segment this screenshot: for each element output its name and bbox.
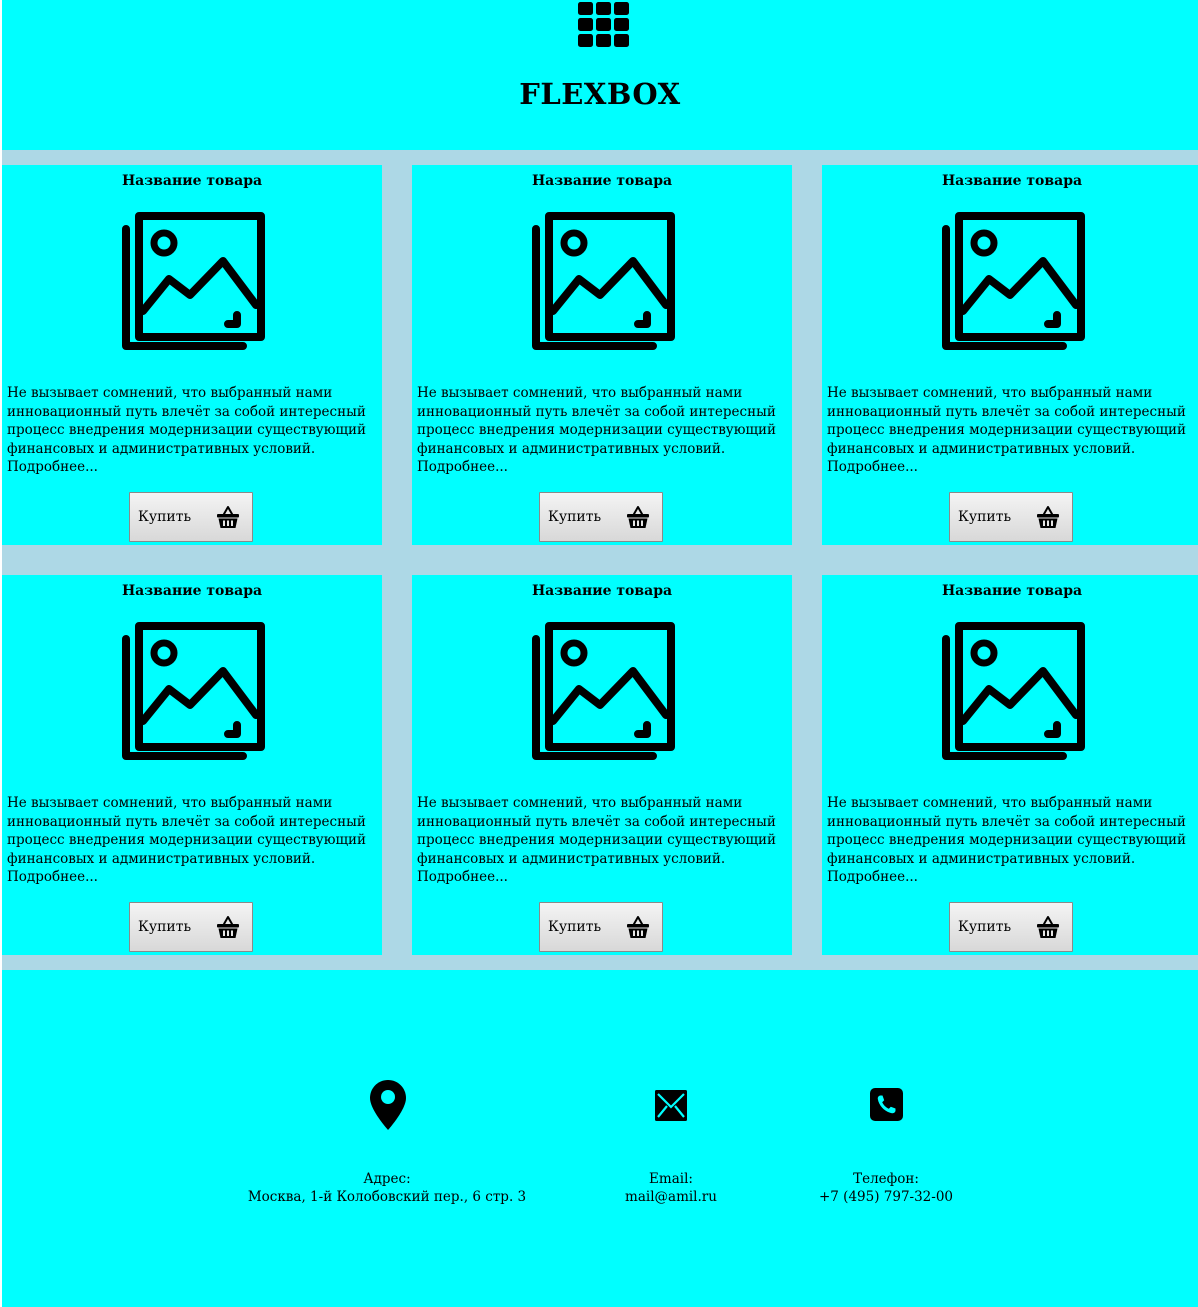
buy-button[interactable]: Купить: [129, 492, 253, 542]
product-description-block: Не вызывает сомнений, что выбранный нами…: [827, 384, 1198, 477]
product-description-block: Не вызывает сомнений, что выбранный нами…: [7, 384, 379, 477]
email-label: Email:: [649, 1171, 693, 1187]
email-value[interactable]: mail@amil.ru: [571, 1188, 771, 1206]
image-gallery-icon: [942, 622, 1085, 760]
product-description: Не вызывает сомнений, что выбранный нами…: [417, 385, 777, 457]
address-label: Адрес:: [363, 1171, 411, 1187]
phone-icon: [870, 1088, 903, 1121]
more-link[interactable]: Подробнее...: [417, 869, 508, 885]
product-description: Не вызывает сомнений, что выбранный нами…: [7, 795, 367, 867]
product-title: Название товара: [531, 583, 673, 599]
buy-button-label: Купить: [138, 509, 192, 525]
site-footer: Адрес: Москва, 1-й Колобовский пер., 6 с…: [2, 970, 1198, 1307]
product-description-block: Не вызывает сомнений, что выбранный нами…: [417, 384, 789, 477]
contact-email: Email: mail@amil.ru: [571, 970, 771, 1210]
product-description: Не вызывает сомнений, что выбранный нами…: [417, 795, 777, 867]
address-value: Москва, 1-й Колобовский пер., 6 стр. 3: [247, 1189, 527, 1205]
site-header: FLEXBOX: [2, 0, 1198, 150]
product-title: Название товара: [941, 583, 1083, 599]
product-catalog: Название товара Не вызывает сомнений, чт…: [2, 150, 1198, 970]
basket-icon: [627, 916, 649, 938]
product-description: Не вызывает сомнений, что выбранный нами…: [827, 795, 1187, 867]
more-link[interactable]: Подробнее...: [7, 869, 98, 885]
image-gallery-icon: [942, 212, 1085, 350]
buy-button[interactable]: Купить: [949, 492, 1073, 542]
image-gallery-icon: [122, 622, 265, 760]
product-title: Название товара: [531, 173, 673, 189]
more-link[interactable]: Подробнее...: [7, 459, 98, 475]
phone-label: Телефон:: [853, 1171, 919, 1187]
product-card: Название товара Не вызывает сомнений, чт…: [2, 165, 382, 545]
basket-icon: [217, 506, 239, 528]
product-description-block: Не вызывает сомнений, что выбранный нами…: [827, 794, 1198, 887]
product-description-block: Не вызывает сомнений, что выбранный нами…: [7, 794, 379, 887]
product-title: Название товара: [121, 173, 263, 189]
contact-phone: Телефон: +7 (495) 797-32-00: [786, 970, 986, 1210]
product-card: Название товара Не вызывает сомнений, чт…: [822, 165, 1198, 545]
contact-address: Адрес: Москва, 1-й Колобовский пер., 6 с…: [237, 970, 537, 1210]
phone-value[interactable]: +7 (495) 797-32-00: [786, 1188, 986, 1206]
product-title: Название товара: [121, 583, 263, 599]
page: FLEXBOX Название товара Не вызывает сомн…: [0, 0, 1198, 1307]
buy-button-label: Купить: [548, 509, 602, 525]
envelope-icon: [655, 1090, 687, 1121]
product-title: Название товара: [941, 173, 1083, 189]
buy-button[interactable]: Купить: [129, 902, 253, 952]
basket-icon: [627, 506, 649, 528]
more-link[interactable]: Подробнее...: [827, 869, 918, 885]
buy-button-label: Купить: [548, 919, 602, 935]
more-link[interactable]: Подробнее...: [417, 459, 508, 475]
product-card: Название товара Не вызывает сомнений, чт…: [2, 575, 382, 955]
image-gallery-icon: [122, 212, 265, 350]
basket-icon: [1037, 506, 1059, 528]
product-card: Название товара Не вызывает сомнений, чт…: [822, 575, 1198, 955]
product-description: Не вызывает сомнений, что выбранный нами…: [827, 385, 1187, 457]
buy-button-label: Купить: [138, 919, 192, 935]
product-description: Не вызывает сомнений, что выбранный нами…: [7, 385, 367, 457]
grid-icon[interactable]: [578, 2, 630, 48]
image-gallery-icon: [532, 212, 675, 350]
product-card: Название товара Не вызывает сомнений, чт…: [412, 575, 792, 955]
location-pin-icon: [370, 1080, 406, 1130]
basket-icon: [1037, 916, 1059, 938]
more-link[interactable]: Подробнее...: [827, 459, 918, 475]
image-gallery-icon: [532, 622, 675, 760]
buy-button-label: Купить: [958, 919, 1012, 935]
basket-icon: [217, 916, 239, 938]
buy-button[interactable]: Купить: [949, 902, 1073, 952]
product-description-block: Не вызывает сомнений, что выбранный нами…: [417, 794, 789, 887]
buy-button[interactable]: Купить: [539, 902, 663, 952]
buy-button-label: Купить: [958, 509, 1012, 525]
buy-button[interactable]: Купить: [539, 492, 663, 542]
page-title: FLEXBOX: [519, 77, 681, 111]
product-card: Название товара Не вызывает сомнений, чт…: [412, 165, 792, 545]
